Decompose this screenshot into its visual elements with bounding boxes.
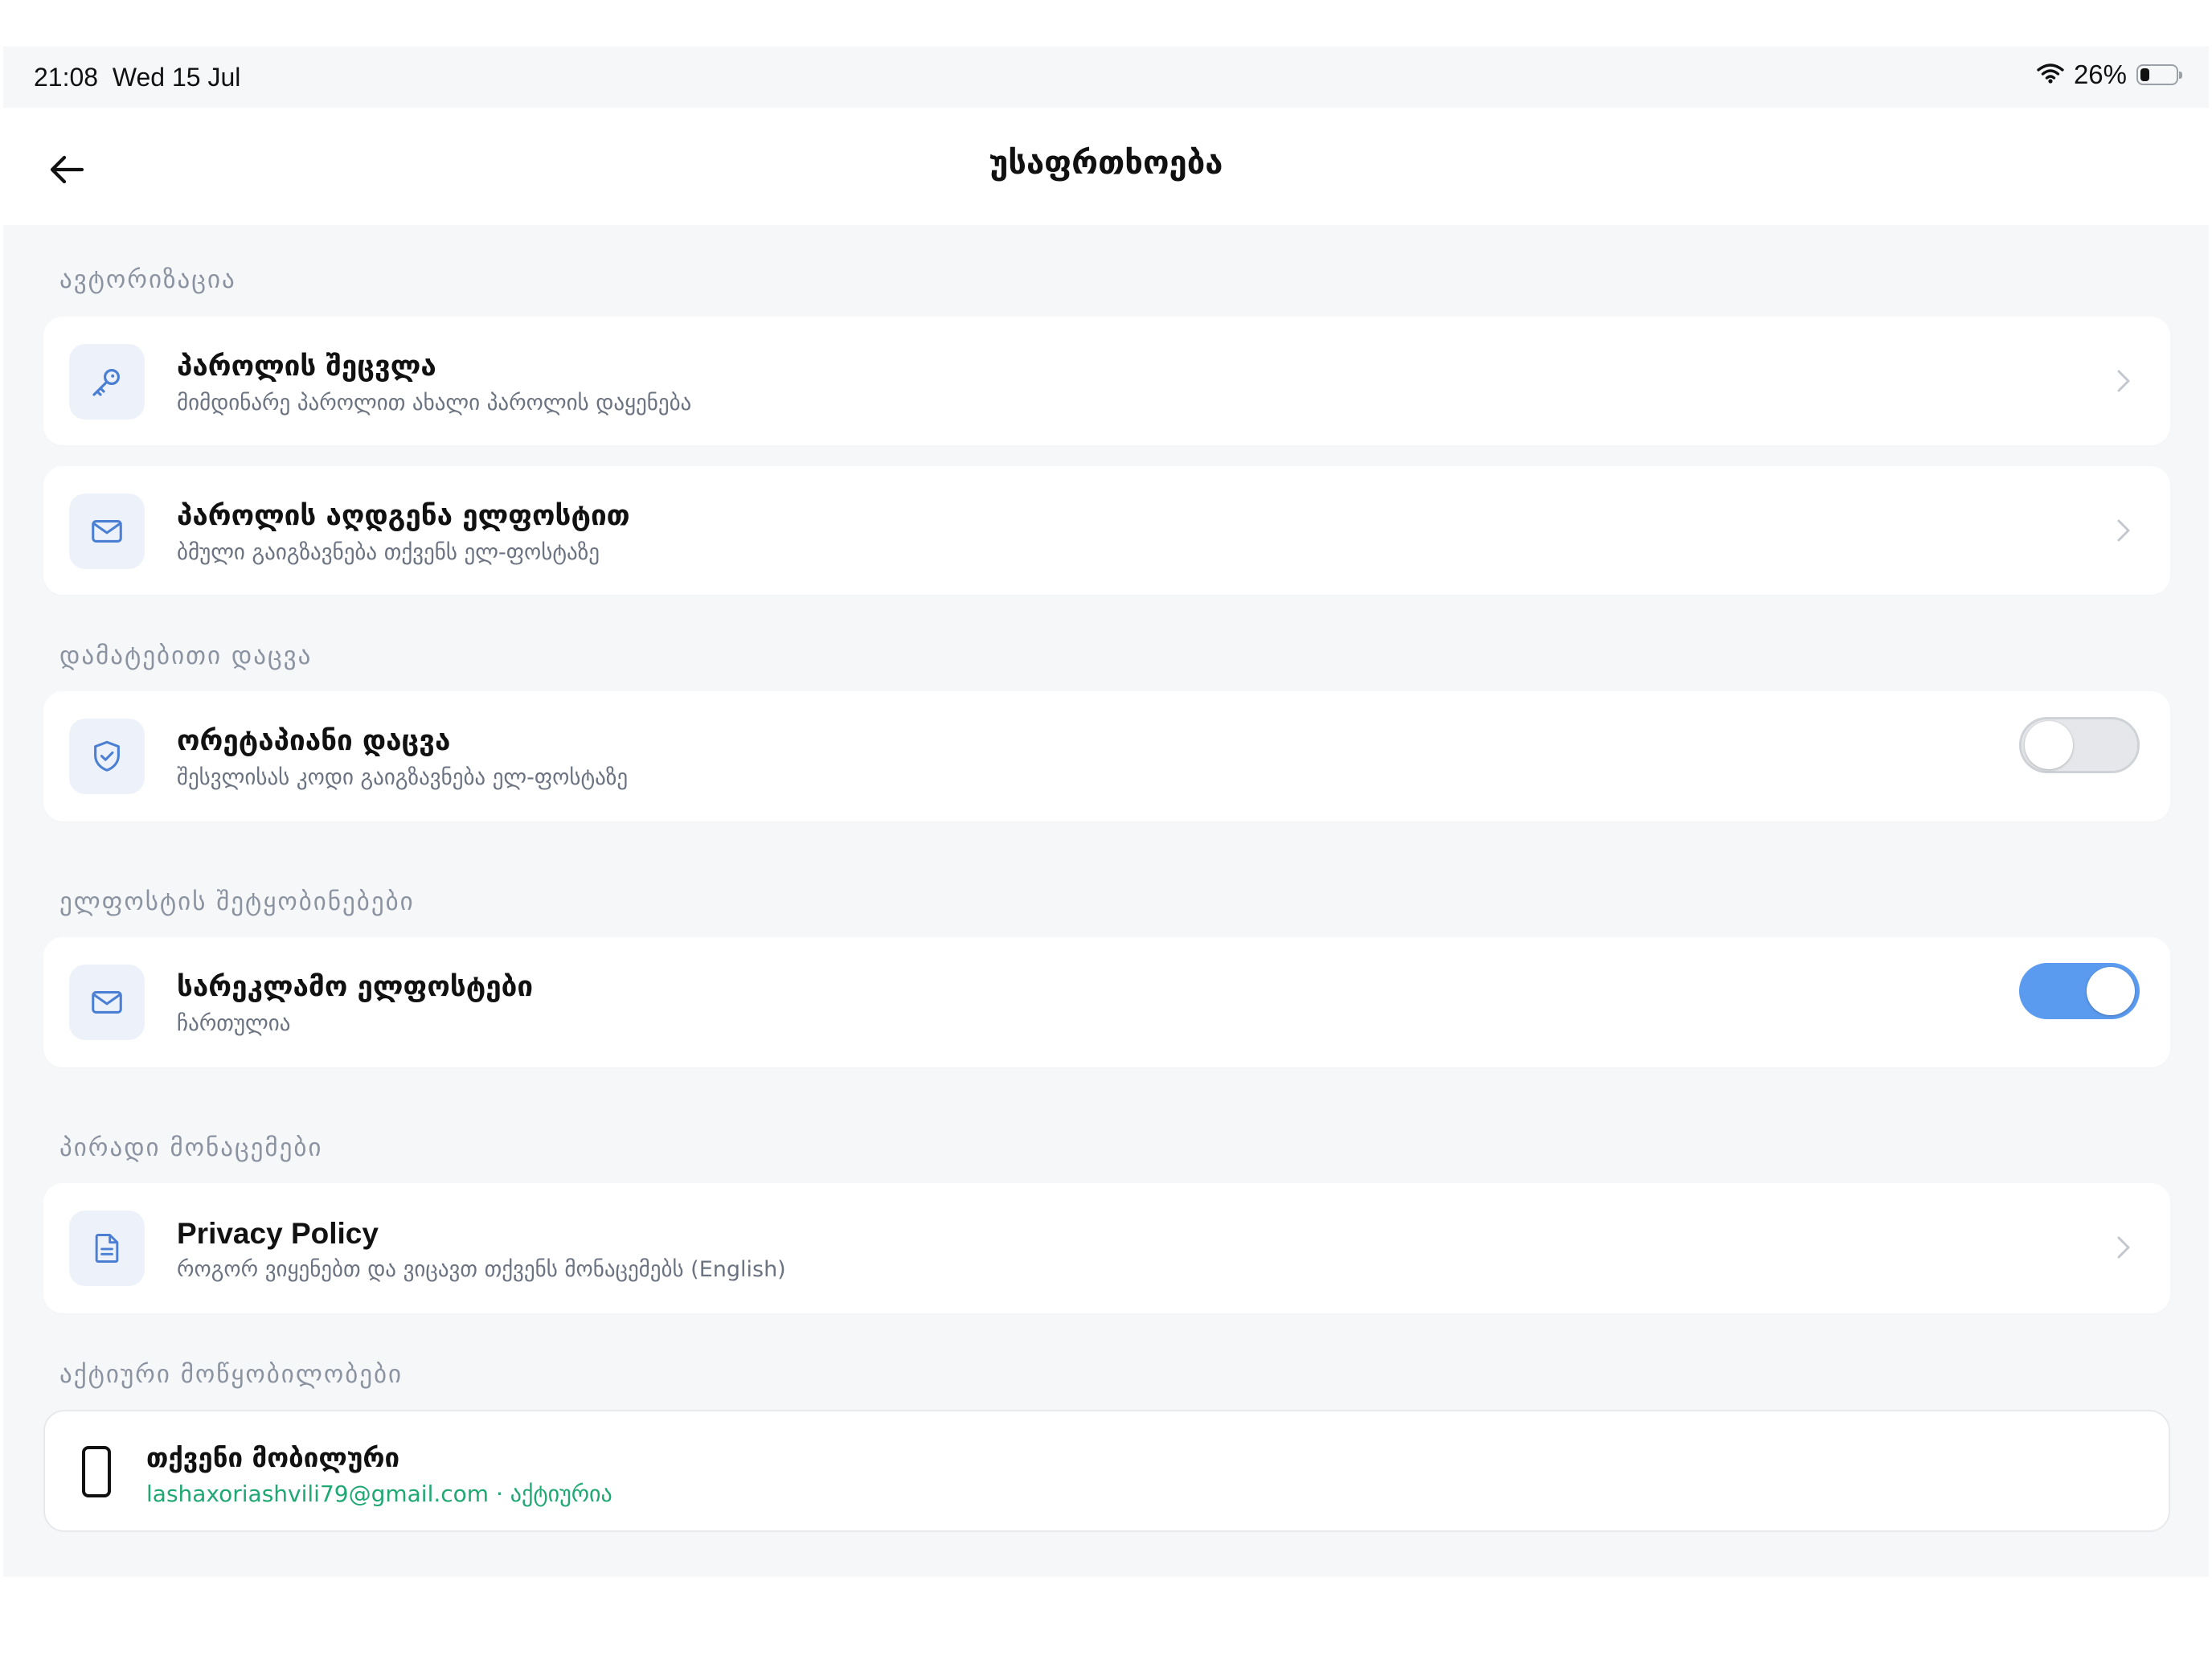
battery-level <box>2140 68 2149 81</box>
status-time: 21:08 Wed 15 Jul <box>34 63 241 92</box>
change-password-subtitle: მიმდინარე პაროლით ახალი პაროლის დაყენება <box>177 391 692 416</box>
promo-emails-icon-box <box>69 965 145 1040</box>
reset-password-email-row[interactable]: პაროლის აღდგენა ელფოსტით ბმული გაიგზავნე… <box>43 466 2170 595</box>
app-frame: 21:08 Wed 15 Jul 26% უსაფრთხოება ავტორიზ… <box>3 47 2209 1577</box>
privacy-policy-icon-box <box>69 1210 145 1286</box>
section-title-auth: ავტორიზაცია <box>59 265 236 294</box>
two-factor-subtitle: შესვლისას კოდი გაიგზავნება ელ-ფოსტაზე <box>177 765 629 790</box>
promo-emails-row: სარეკლამო ელფოსტები ჩართულია <box>43 937 2170 1067</box>
device-subtitle: lashaxoriashvili79@gmail.com · აქტიურია <box>146 1481 612 1507</box>
reset-password-icon-box <box>69 494 145 569</box>
chevron-right-icon <box>2109 516 2138 545</box>
phone-icon <box>82 1446 111 1497</box>
mail-icon <box>92 991 122 1014</box>
two-factor-row: ორეტაპიანი დაცვა შესვლისას კოდი გაიგზავნ… <box>43 691 2170 821</box>
reset-password-title: პაროლის აღდგენა ელფოსტით <box>177 500 630 532</box>
wifi-icon <box>2037 59 2064 90</box>
change-password-row[interactable]: პაროლის შეცვლა მიმდინარე პაროლით ახალი პ… <box>43 317 2170 445</box>
navigation-header: უსაფრთხოება <box>3 108 2209 225</box>
status-bar: 21:08 Wed 15 Jul 26% <box>3 47 2209 108</box>
page-title: უსაფრთხოება <box>989 145 1223 182</box>
document-icon <box>95 1234 119 1263</box>
section-title-privacy: პირადი მონაცემები <box>59 1133 323 1162</box>
toggle-knob <box>2087 967 2135 1015</box>
promo-emails-title: სარეკლამო ელფოსტები <box>177 971 534 1003</box>
section-title-email: ელფოსტის შეტყობინებები <box>59 887 415 916</box>
two-factor-toggle[interactable] <box>2019 717 2140 773</box>
device-name: თქვენი მობილური <box>146 1442 400 1473</box>
section-title-devices: აქტიური მოწყობილობები <box>59 1360 403 1389</box>
chevron-right-icon <box>2109 1233 2138 1262</box>
promo-emails-subtitle: ჩართულია <box>177 1011 291 1036</box>
two-factor-icon-box <box>69 719 145 794</box>
chevron-right-icon <box>2109 367 2138 395</box>
reset-password-subtitle: ბმული გაიგზავნება თქვენს ელ-ფოსტაზე <box>177 540 600 565</box>
change-password-icon-box <box>69 344 145 420</box>
promo-emails-toggle[interactable] <box>2019 963 2140 1019</box>
shield-check-icon <box>94 740 120 772</box>
privacy-policy-row[interactable]: Privacy Policy როგორ ვიყენებთ და ვიცავთ … <box>43 1183 2170 1313</box>
active-device-row: თქვენი მობილური lashaxoriashvili79@gmail… <box>43 1410 2170 1532</box>
change-password-title: პაროლის შეცვლა <box>177 350 436 383</box>
two-factor-title: ორეტაპიანი დაცვა <box>177 725 451 757</box>
battery-percent: 26% <box>2073 59 2127 89</box>
privacy-policy-title: Privacy Policy <box>177 1217 379 1250</box>
privacy-policy-subtitle: როგორ ვიყენებთ და ვიცავთ თქვენს მონაცემე… <box>177 1257 786 1282</box>
section-title-extra: დამატებითი დაცვა <box>59 641 313 670</box>
key-icon <box>92 369 120 396</box>
status-indicators: 26% <box>2037 59 2182 90</box>
mail-icon <box>92 520 122 543</box>
toggle-knob <box>2025 721 2073 769</box>
battery-icon <box>2136 64 2182 85</box>
